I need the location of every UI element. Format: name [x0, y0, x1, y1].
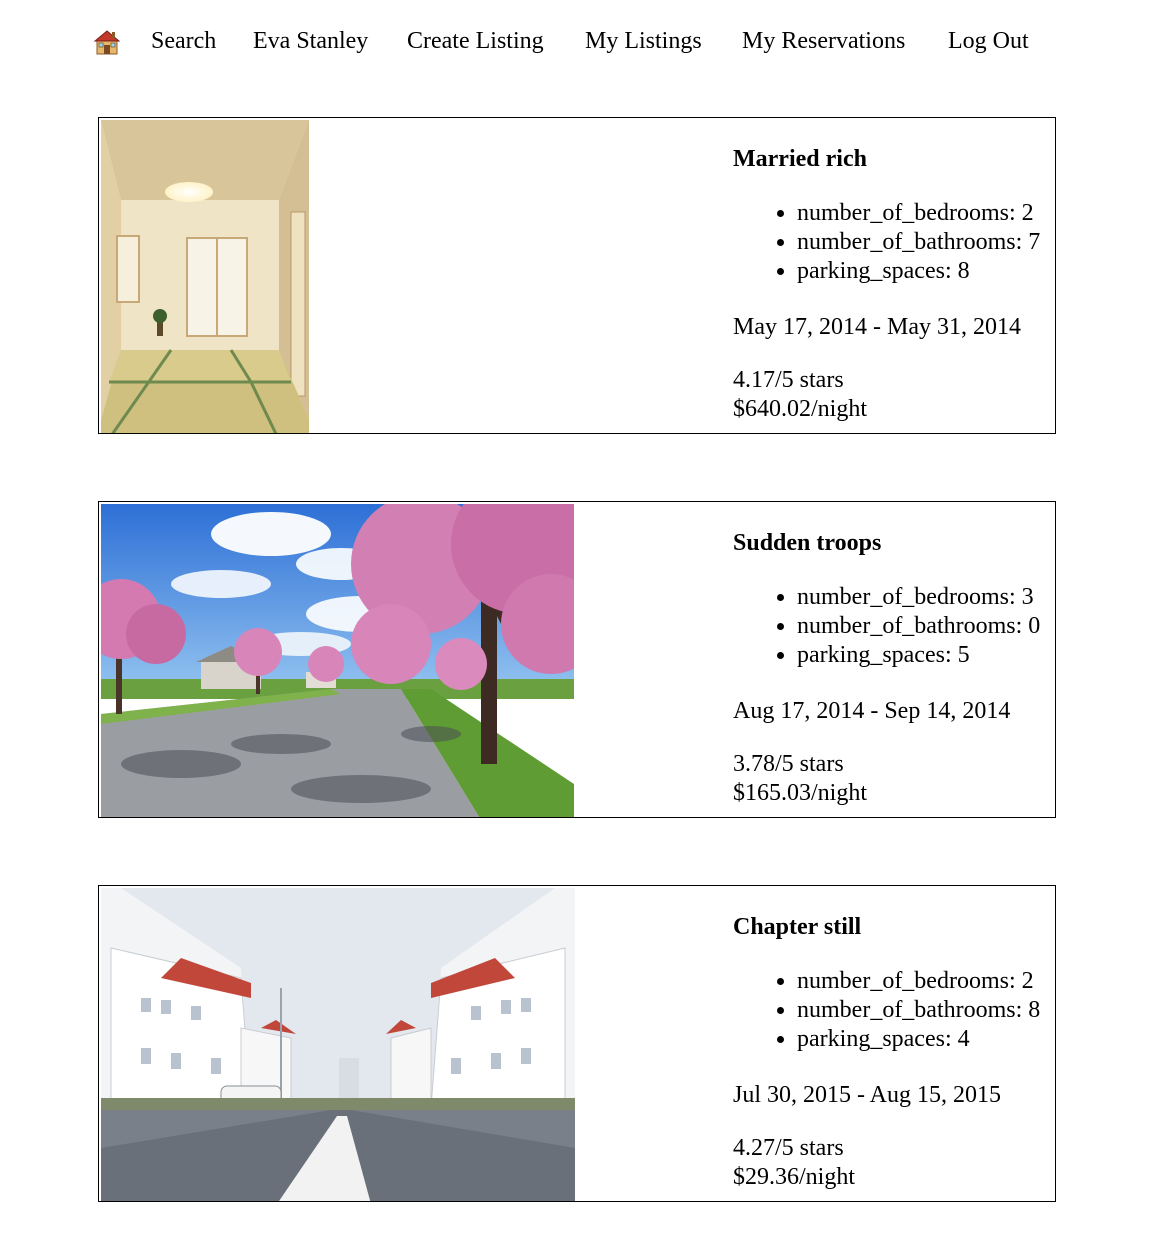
listing-title[interactable]: Married rich — [733, 144, 867, 174]
listing-rating: 3.78/5 stars — [733, 751, 844, 777]
nav-log-out-link[interactable]: Log Out — [948, 26, 1029, 56]
listing-attributes: number_of_bedrooms: 3 number_of_bathroom… — [733, 583, 1040, 670]
listing-title[interactable]: Chapter still — [733, 912, 861, 942]
nav-my-listings-link[interactable]: My Listings — [585, 26, 702, 56]
bedrooms-item: number_of_bedrooms: 3 — [797, 583, 1040, 612]
nav-search-link[interactable]: Search — [151, 26, 216, 56]
top-nav: Search Eva Stanley Create Listing My Lis… — [0, 0, 1154, 84]
listing-photo[interactable] — [101, 888, 575, 1201]
nav-create-listing-link[interactable]: Create Listing — [407, 26, 544, 56]
listing-photo[interactable] — [101, 504, 574, 817]
listing-price: $640.02/night — [733, 396, 868, 422]
bedrooms-item: number_of_bedrooms: 2 — [797, 967, 1040, 996]
nav-my-reservations-link[interactable]: My Reservations — [742, 26, 905, 56]
reservation-card[interactable]: Sudden troops number_of_bedrooms: 3 numb… — [98, 501, 1056, 818]
reservation-dates: Jul 30, 2015 - Aug 15, 2015 — [733, 1082, 1002, 1108]
bathrooms-item: number_of_bathrooms: 0 — [797, 612, 1040, 641]
reservation-card[interactable]: Chapter still number_of_bedrooms: 2 numb… — [98, 885, 1056, 1202]
listing-price: $29.36/night — [733, 1164, 856, 1190]
bedrooms-item: number_of_bedrooms: 2 — [797, 199, 1040, 228]
bathrooms-item: number_of_bathrooms: 7 — [797, 228, 1040, 257]
parking-item: parking_spaces: 5 — [797, 641, 1040, 670]
reservation-dates: Aug 17, 2014 - Sep 14, 2014 — [733, 698, 1011, 724]
parking-item: parking_spaces: 4 — [797, 1025, 1040, 1054]
nav-user-link[interactable]: Eva Stanley — [253, 26, 368, 56]
bathrooms-item: number_of_bathrooms: 8 — [797, 996, 1040, 1025]
listing-attributes: number_of_bedrooms: 2 number_of_bathroom… — [733, 967, 1040, 1054]
listing-photo[interactable] — [101, 120, 309, 433]
parking-item: parking_spaces: 8 — [797, 257, 1040, 286]
reservation-dates: May 17, 2014 - May 31, 2014 — [733, 314, 1021, 340]
listing-rating: 4.17/5 stars — [733, 367, 844, 393]
listing-attributes: number_of_bedrooms: 2 number_of_bathroom… — [733, 199, 1040, 286]
listing-price: $165.03/night — [733, 780, 868, 806]
reservation-card[interactable]: Married rich number_of_bedrooms: 2 numbe… — [98, 117, 1056, 434]
house-icon[interactable] — [93, 28, 121, 56]
listing-title[interactable]: Sudden troops — [733, 528, 881, 558]
listing-rating: 4.27/5 stars — [733, 1135, 844, 1161]
